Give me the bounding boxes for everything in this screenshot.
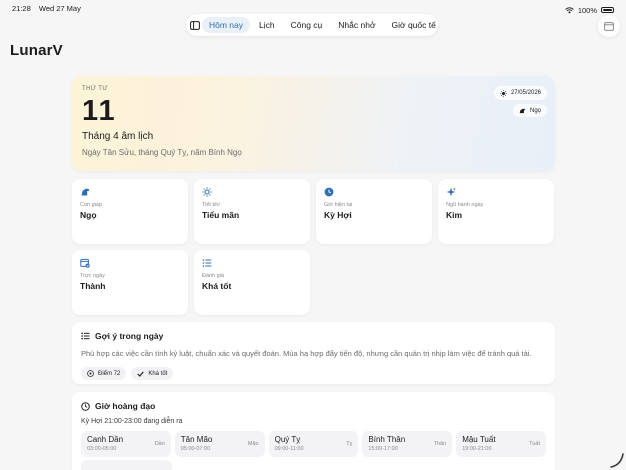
auspicious-title-label: Giờ hoàng đạo xyxy=(95,401,156,411)
horse-icon xyxy=(519,108,526,113)
hour-name: Quý Tỵ xyxy=(274,435,301,444)
status-left: 21:28 Wed 27 May xyxy=(12,4,87,16)
sun-icon xyxy=(202,187,212,197)
hero-lunar-month: Tháng 4 âm lịch xyxy=(82,131,154,142)
solar-date-chip: 27/05/2026 xyxy=(493,86,547,100)
auspicious-title: Giờ hoàng đạo xyxy=(81,401,546,411)
hour-item-partial[interactable] xyxy=(81,460,172,470)
tab-reminders[interactable]: Nhắc nhở xyxy=(331,17,382,33)
hour-item[interactable]: Tân Mão 05:00-07:00 Mão xyxy=(174,431,265,457)
hour-tag: Tuất xyxy=(529,441,540,447)
sparkle-icon xyxy=(446,187,456,197)
suggestion-text: Phù hợp các việc cần tính kỷ luật, chuẩn… xyxy=(81,349,532,358)
scroll-indicator[interactable] xyxy=(609,452,625,468)
hour-tag: Mão xyxy=(247,441,259,447)
card-day-officer[interactable]: Trực ngày Thành xyxy=(72,250,188,315)
card-value: Thành xyxy=(80,281,106,291)
sidebar-toggle-button[interactable] xyxy=(190,17,200,33)
window-icon xyxy=(604,21,614,31)
hour-item[interactable]: Bính Thân 15:00-17:00 Thân xyxy=(362,431,453,457)
auspicious-hours-panel: Giờ hoàng đạo Kỳ Hợi 21:00-23:00 đang di… xyxy=(72,392,555,470)
card-value: Tiểu mãn xyxy=(202,210,240,220)
card-zodiac[interactable]: Con giáp Ngọ xyxy=(72,179,188,244)
list-icon xyxy=(202,259,212,267)
clock-icon xyxy=(324,187,334,197)
hour-tag: Dần xyxy=(154,441,165,447)
daily-suggestion-panel: Gợi ý trong ngày Phù hợp các việc cần tí… xyxy=(72,322,555,384)
card-value: Khá tốt xyxy=(202,281,232,291)
clock-icon xyxy=(81,401,90,411)
score-chip: Điểm 72 xyxy=(81,367,127,380)
status-time: 21:28 xyxy=(12,4,31,13)
gauge-icon xyxy=(87,370,94,377)
hour-time: 03:00-05:00 xyxy=(87,446,117,452)
sidebar-icon xyxy=(190,20,200,30)
card-label: Đánh giá xyxy=(202,273,225,279)
suggestion-title-label: Gợi ý trong ngày xyxy=(95,331,164,341)
rating-chip-label: Khá tốt xyxy=(148,370,168,377)
hour-item[interactable]: Canh Dần 03:00-05:00 Dần xyxy=(81,431,171,457)
app-title: LunarV xyxy=(10,42,63,59)
sun-icon xyxy=(500,89,507,97)
hero-weekday: THỨ TƯ xyxy=(82,86,108,92)
hour-tag: Thân xyxy=(433,441,447,447)
top-tab-bar: Hôm nay Lịch Công cụ Nhắc nhở Giờ quốc t… xyxy=(186,14,438,36)
horse-icon xyxy=(81,188,90,196)
tab-world-clock[interactable]: Giờ quốc tế xyxy=(385,17,443,33)
tab-calendar[interactable]: Lịch xyxy=(252,17,282,33)
battery-percent: 100% xyxy=(577,5,597,15)
hero-lunar-day: 11 xyxy=(82,95,117,127)
current-hour-status: Kỳ Hợi 21:00-23:00 đang diễn ra xyxy=(81,418,183,425)
list-icon xyxy=(81,332,90,340)
hour-name: Canh Dần xyxy=(87,435,124,444)
battery-icon xyxy=(601,7,614,13)
card-solar-term[interactable]: Tiết khí Tiểu mãn xyxy=(194,179,310,244)
zodiac-chip-label: Ngọ xyxy=(529,107,541,114)
card-value: Ngọ xyxy=(80,210,97,220)
tab-today[interactable]: Hôm nay xyxy=(202,17,251,33)
card-label: Giờ hiện tại xyxy=(324,202,353,208)
suggestion-chips: Điểm 72 Khá tốt xyxy=(81,367,546,380)
wifi-icon xyxy=(565,6,574,13)
hour-tag: Tỵ xyxy=(346,441,353,447)
solar-date: 27/05/2026 xyxy=(510,90,541,96)
rating-chip: Khá tốt xyxy=(131,367,174,380)
card-rating[interactable]: Đánh giá Khá tốt xyxy=(194,250,310,315)
card-five-elements[interactable]: Ngũ hành ngày Kim xyxy=(438,179,554,244)
card-current-hour[interactable]: Giờ hiện tại Kỳ Hợi xyxy=(316,179,432,244)
tab-tools[interactable]: Công cụ xyxy=(284,17,330,33)
hero-canchi: Ngày Tân Sửu, tháng Quý Tỵ, năm Bính Ngọ xyxy=(82,148,242,157)
card-label: Con giáp xyxy=(80,202,103,208)
card-value: Kim xyxy=(446,210,463,220)
calendar-check-icon xyxy=(80,258,90,268)
card-label: Tiết khí xyxy=(202,202,220,208)
zodiac-chip: Ngọ xyxy=(512,104,547,117)
hour-item[interactable]: Mậu Tuất 19:00-21:00 Tuất xyxy=(456,431,546,457)
checkmark-icon xyxy=(137,371,145,377)
card-value: Kỳ Hợi xyxy=(324,210,352,220)
suggestion-title: Gợi ý trong ngày xyxy=(81,331,546,341)
hour-time: 09:00-11:00 xyxy=(274,446,304,452)
auspicious-hours-list: Canh Dần 03:00-05:00 Dần Tân Mão 05:00-0… xyxy=(81,431,546,457)
score-chip-label: Điểm 72 xyxy=(98,370,121,377)
card-label: Ngũ hành ngày xyxy=(446,202,484,208)
status-date: Wed 27 May xyxy=(38,4,81,13)
window-button[interactable] xyxy=(598,15,620,37)
battery-fill xyxy=(603,9,612,11)
card-label: Trực ngày xyxy=(80,273,105,279)
today-hero-card: THỨ TƯ 11 Tháng 4 âm lịch Ngày Tân Sửu, … xyxy=(72,76,555,171)
hour-item[interactable]: Quý Tỵ 09:00-11:00 Tỵ xyxy=(268,431,359,457)
